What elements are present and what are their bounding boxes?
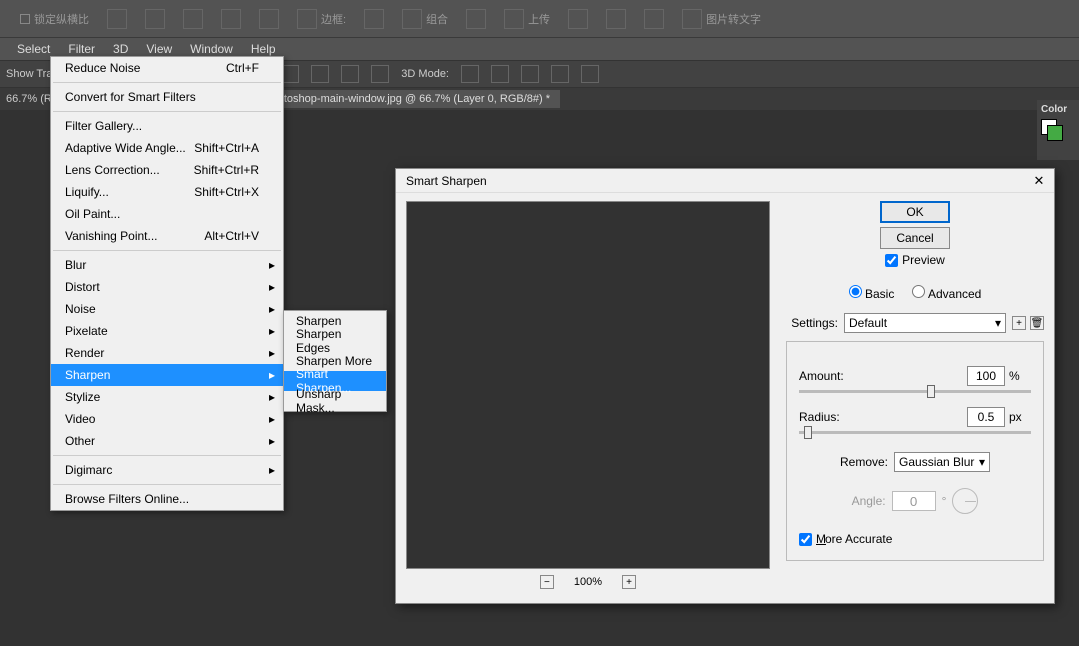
combine-option[interactable]: 组合 <box>402 9 448 29</box>
advanced-radio[interactable]: Advanced <box>912 285 981 301</box>
border-option[interactable]: 边框: <box>297 9 346 29</box>
submenu-unsharp-mask[interactable]: Unsharp Mask... <box>284 391 386 411</box>
menu-render[interactable]: Render▸ <box>51 342 283 364</box>
lock-ratio-option[interactable]: 锁定纵横比 <box>20 11 89 27</box>
radius-unit: px <box>1009 410 1031 424</box>
tool-icon-5[interactable] <box>259 9 279 29</box>
submenu-arrow-icon: ▸ <box>269 434 275 448</box>
preview-checkbox[interactable] <box>885 254 898 267</box>
tool-icon-4[interactable] <box>221 9 241 29</box>
3d-mode-label: 3D Mode: <box>401 68 449 80</box>
menu-browse-filters[interactable]: Browse Filters Online... <box>51 488 283 510</box>
settings-preset-select[interactable]: Default▾ <box>844 313 1006 333</box>
menu-noise[interactable]: Noise▸ <box>51 298 283 320</box>
submenu-arrow-icon: ▸ <box>269 258 275 272</box>
menu-distort[interactable]: Distort▸ <box>51 276 283 298</box>
submenu-arrow-icon: ▸ <box>269 412 275 426</box>
tool-icon-3[interactable] <box>183 9 203 29</box>
angle-dial <box>952 488 978 514</box>
menu-pixelate[interactable]: Pixelate▸ <box>51 320 283 342</box>
menu-filter-gallery[interactable]: Filter Gallery... <box>51 115 283 137</box>
tool-icon-10[interactable] <box>644 9 664 29</box>
zoom-level: 100% <box>574 576 602 588</box>
submenu-arrow-icon: ▸ <box>269 390 275 404</box>
submenu-arrow-icon: ▸ <box>269 324 275 338</box>
menu-other[interactable]: Other▸ <box>51 430 283 452</box>
submenu-arrow-icon: ▸ <box>269 368 275 382</box>
submenu-arrow-icon: ▸ <box>269 280 275 294</box>
color-swatch[interactable] <box>1041 119 1063 141</box>
filter-menu: Reduce NoiseCtrl+F Convert for Smart Fil… <box>50 56 284 511</box>
opt-icon[interactable] <box>311 65 329 83</box>
document-tab[interactable]: -photoshop-main-window.jpg @ 66.7% (Laye… <box>252 90 560 108</box>
tool-icon-1[interactable] <box>107 9 127 29</box>
menu-blur[interactable]: Blur▸ <box>51 254 283 276</box>
dialog-title: Smart Sharpen <box>406 174 487 188</box>
color-panel-title: Color <box>1041 104 1075 115</box>
preview-label: Preview <box>902 253 945 267</box>
remove-select[interactable]: Gaussian Blur▾ <box>894 452 990 472</box>
submenu-sharpen-edges[interactable]: Sharpen Edges <box>284 331 386 351</box>
upload-option[interactable]: 上传 <box>504 9 550 29</box>
tool-icon-6[interactable] <box>364 9 384 29</box>
angle-label: Angle: <box>852 494 886 508</box>
angle-input <box>892 491 936 511</box>
ok-button[interactable]: OK <box>880 201 950 223</box>
radius-label: Radius: <box>799 410 851 424</box>
menu-vanishing-point[interactable]: Vanishing Point...Alt+Ctrl+V <box>51 225 283 247</box>
menu-sharpen[interactable]: Sharpen▸ <box>51 364 283 386</box>
amount-label: Amount: <box>799 369 851 383</box>
top-toolbar: 锁定纵横比 边框: 组合 上传 图片转文字 <box>0 0 1079 38</box>
menu-adaptive-wide-angle[interactable]: Adaptive Wide Angle...Shift+Ctrl+A <box>51 137 283 159</box>
zoom-in-button[interactable]: + <box>622 575 636 589</box>
amount-unit: % <box>1009 369 1031 383</box>
preview-image <box>406 201 770 569</box>
smart-sharpen-dialog: Smart Sharpen ✕ − 100% + OK Cancel Previ… <box>395 168 1055 604</box>
close-icon[interactable]: ✕ <box>1030 172 1048 190</box>
menu-video[interactable]: Video▸ <box>51 408 283 430</box>
color-panel[interactable]: Color <box>1037 100 1079 160</box>
save-preset-icon[interactable]: + <box>1012 316 1026 330</box>
more-accurate-label: More Accurate <box>816 532 892 546</box>
settings-label: Settings: <box>786 316 838 330</box>
sharpen-submenu: Sharpen Sharpen Edges Sharpen More Smart… <box>283 310 387 412</box>
opt-icon[interactable] <box>341 65 359 83</box>
remove-label: Remove: <box>840 455 888 469</box>
delete-preset-icon[interactable]: 🗑 <box>1030 316 1044 330</box>
cancel-button[interactable]: Cancel <box>880 227 950 249</box>
radius-slider[interactable] <box>799 431 1031 434</box>
menu-oil-paint[interactable]: Oil Paint... <box>51 203 283 225</box>
3d-icon[interactable] <box>491 65 509 83</box>
menu-stylize[interactable]: Stylize▸ <box>51 386 283 408</box>
3d-icon[interactable] <box>521 65 539 83</box>
menu-reduce-noise[interactable]: Reduce NoiseCtrl+F <box>51 57 283 79</box>
tool-icon-8[interactable] <box>568 9 588 29</box>
basic-radio[interactable]: Basic <box>849 285 895 301</box>
submenu-arrow-icon: ▸ <box>269 463 275 477</box>
3d-icon[interactable] <box>551 65 569 83</box>
zoom-out-button[interactable]: − <box>540 575 554 589</box>
tool-icon-9[interactable] <box>606 9 626 29</box>
submenu-arrow-icon: ▸ <box>269 302 275 316</box>
menu-liquify[interactable]: Liquify...Shift+Ctrl+X <box>51 181 283 203</box>
amount-input[interactable] <box>967 366 1005 386</box>
chevron-down-icon: ▾ <box>979 455 985 469</box>
tool-icon-7[interactable] <box>466 9 486 29</box>
3d-icon[interactable] <box>581 65 599 83</box>
opt-icon[interactable] <box>371 65 389 83</box>
amount-slider[interactable] <box>799 390 1031 393</box>
menu-lens-correction[interactable]: Lens Correction...Shift+Ctrl+R <box>51 159 283 181</box>
more-accurate-checkbox[interactable] <box>799 533 812 546</box>
img2text-option[interactable]: 图片转文字 <box>682 9 761 29</box>
menu-convert-smart[interactable]: Convert for Smart Filters <box>51 86 283 108</box>
chevron-down-icon: ▾ <box>995 316 1001 330</box>
radius-input[interactable] <box>967 407 1005 427</box>
menu-digimarc[interactable]: Digimarc▸ <box>51 459 283 481</box>
tool-icon-2[interactable] <box>145 9 165 29</box>
3d-icon[interactable] <box>461 65 479 83</box>
submenu-arrow-icon: ▸ <box>269 346 275 360</box>
